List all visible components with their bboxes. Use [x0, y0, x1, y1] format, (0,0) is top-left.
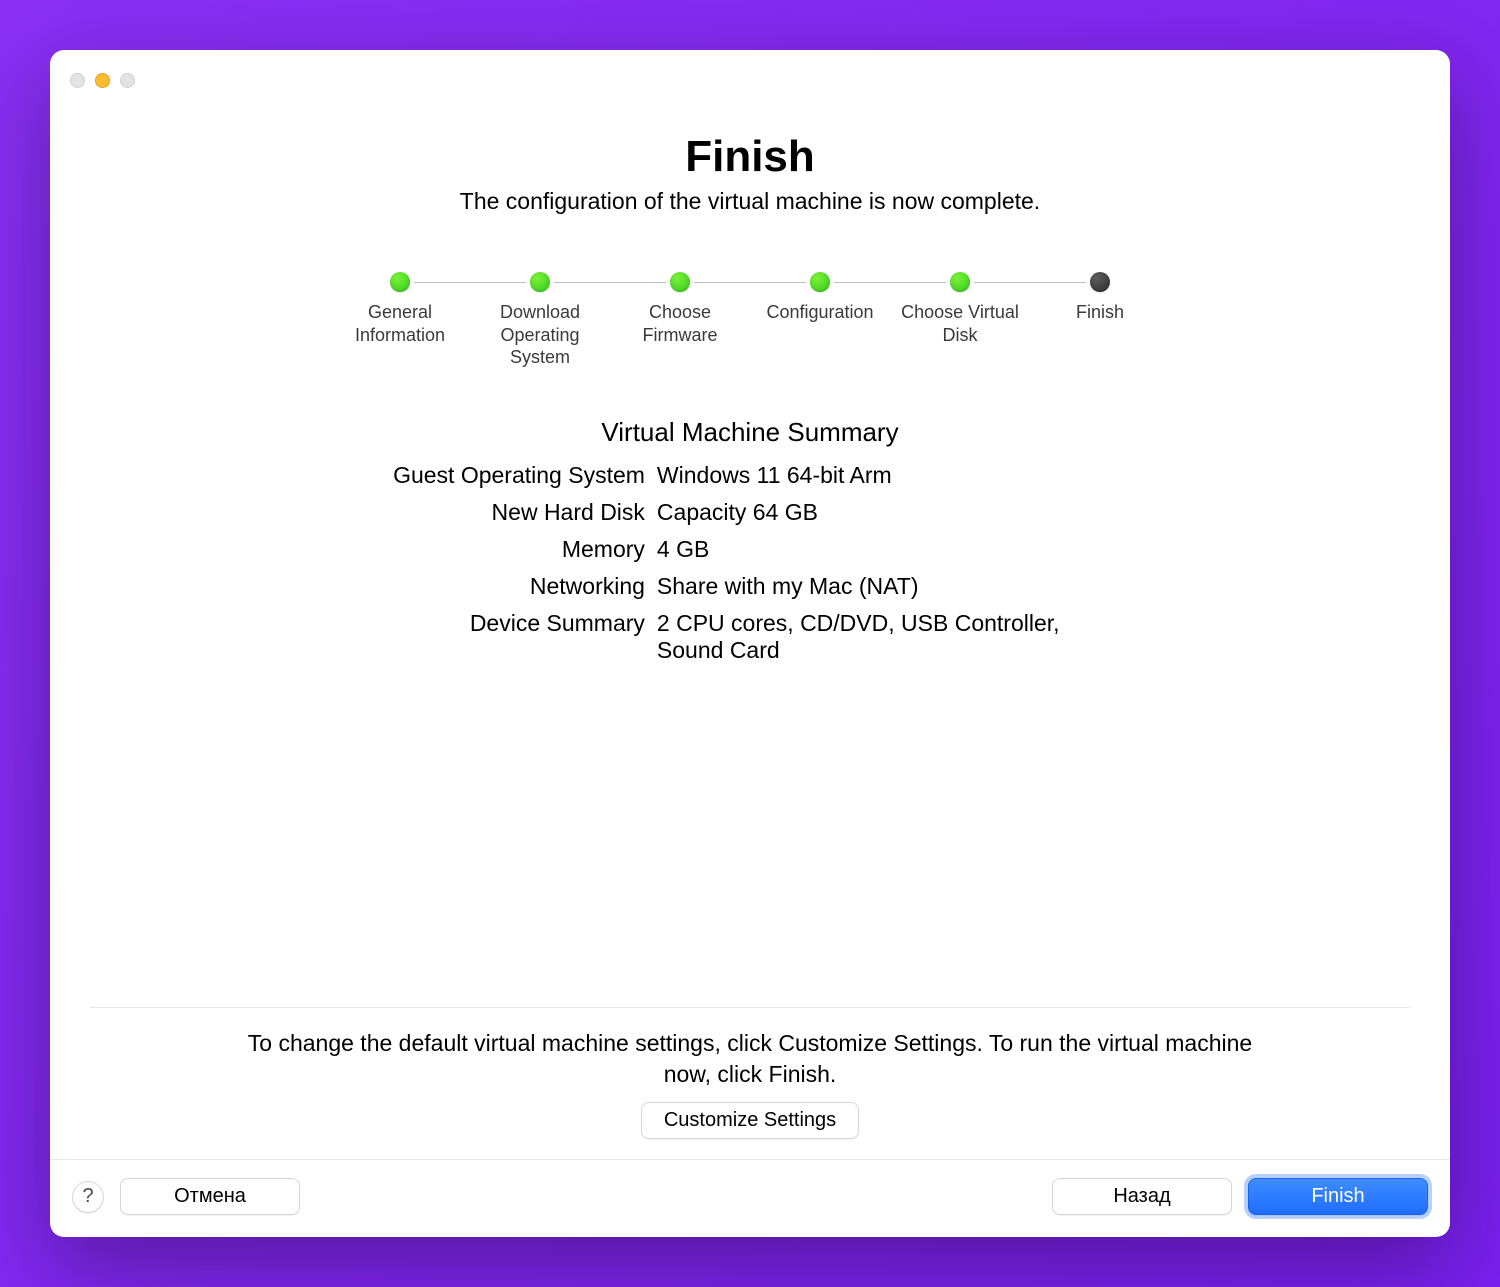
step-finish: Finish: [1030, 271, 1170, 324]
lower-panel: To change the default virtual machine se…: [90, 1007, 1410, 1159]
step-dot-icon: [810, 272, 830, 292]
step-label: Download Operating System: [470, 301, 610, 369]
step-indicator: General Information Download Operating S…: [330, 271, 1170, 369]
summary-label-memory: Memory: [393, 536, 645, 563]
step-label: Configuration: [766, 301, 873, 324]
advice-text: To change the default virtual machine se…: [240, 1028, 1260, 1090]
page-title: Finish: [685, 132, 815, 182]
summary-value-os: Windows 11 64-bit Arm: [657, 462, 1107, 489]
step-download-os: Download Operating System: [470, 271, 610, 369]
step-label: Choose Firmware: [610, 301, 750, 346]
wizard-window: Finish The configuration of the virtual …: [50, 50, 1450, 1237]
step-dot-icon: [530, 272, 550, 292]
summary-value-memory: 4 GB: [657, 536, 1107, 563]
step-label: Finish: [1076, 301, 1124, 324]
summary-label-disk: New Hard Disk: [393, 499, 645, 526]
step-general-information: General Information: [330, 271, 470, 346]
back-button[interactable]: Назад: [1052, 1178, 1232, 1215]
minimize-icon[interactable]: [95, 73, 110, 88]
window-controls: [70, 73, 135, 88]
summary-value-devices: 2 CPU cores, CD/DVD, USB Controller, Sou…: [657, 610, 1107, 664]
step-dot-icon: [950, 272, 970, 292]
content-area: Finish The configuration of the virtual …: [50, 92, 1450, 1159]
maximize-icon[interactable]: [120, 73, 135, 88]
step-choose-firmware: Choose Firmware: [610, 271, 750, 346]
footer: ? Отмена Назад Finish: [50, 1159, 1450, 1237]
step-dot-icon: [670, 272, 690, 292]
step-dot-icon: [390, 272, 410, 292]
titlebar: [50, 50, 1450, 92]
step-label: Choose Virtual Disk: [890, 301, 1030, 346]
summary-table: Guest Operating System Windows 11 64-bit…: [393, 462, 1107, 664]
step-dot-icon: [1090, 272, 1110, 292]
summary-label-os: Guest Operating System: [393, 462, 645, 489]
summary-value-disk: Capacity 64 GB: [657, 499, 1107, 526]
summary-label-networking: Networking: [393, 573, 645, 600]
summary-label-devices: Device Summary: [393, 610, 645, 664]
step-choose-virtual-disk: Choose Virtual Disk: [890, 271, 1030, 346]
step-configuration: Configuration: [750, 271, 890, 324]
cancel-button[interactable]: Отмена: [120, 1178, 300, 1215]
page-subtitle: The configuration of the virtual machine…: [460, 188, 1040, 215]
customize-settings-button[interactable]: Customize Settings: [641, 1102, 859, 1139]
help-button[interactable]: ?: [72, 1181, 104, 1213]
finish-button[interactable]: Finish: [1248, 1178, 1428, 1215]
step-label: General Information: [330, 301, 470, 346]
summary-title: Virtual Machine Summary: [601, 417, 898, 448]
close-icon[interactable]: [70, 73, 85, 88]
summary-value-networking: Share with my Mac (NAT): [657, 573, 1107, 600]
